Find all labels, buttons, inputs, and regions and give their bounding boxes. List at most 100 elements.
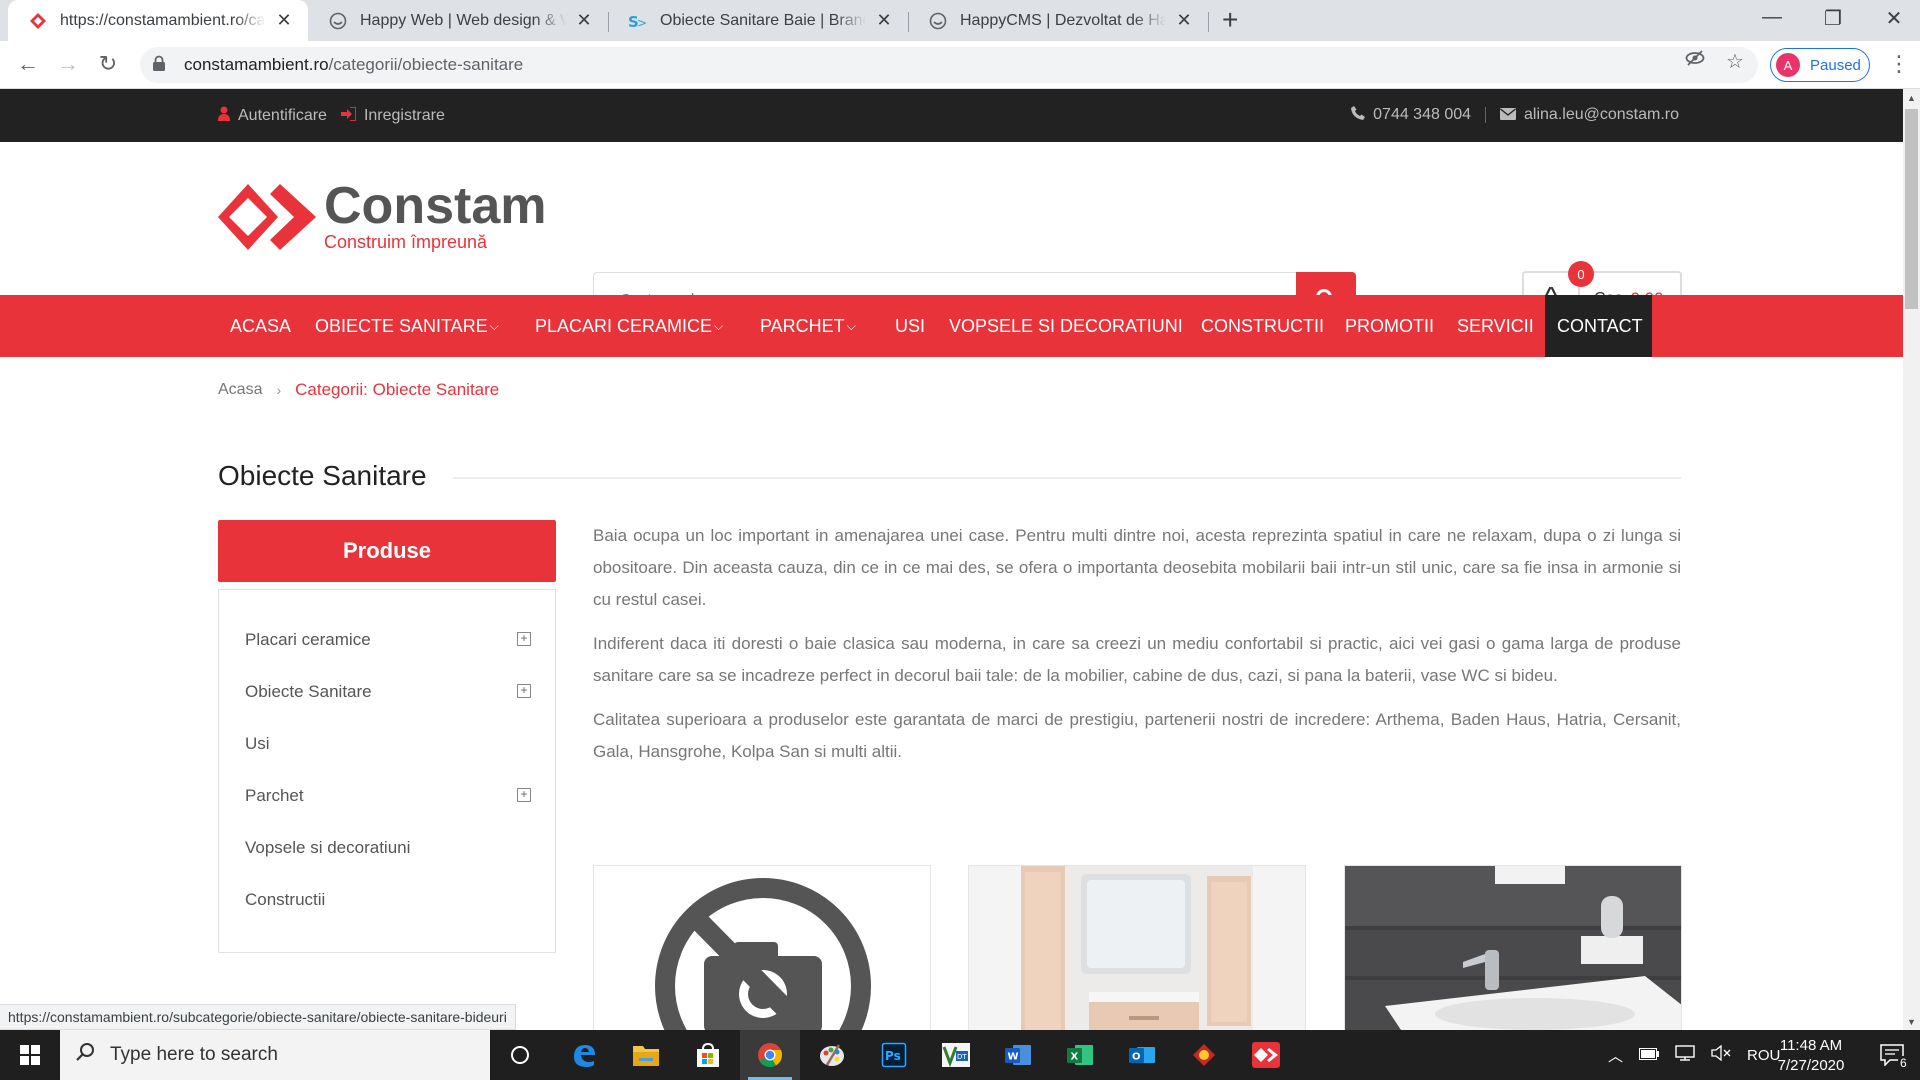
menu-item-acasa[interactable]: Acasa (230, 295, 291, 357)
excel-icon[interactable]: X (1050, 1030, 1110, 1080)
expand-plus-icon[interactable]: + (517, 788, 531, 802)
breadcrumb-home[interactable]: Acasa (218, 381, 262, 399)
microsoft-store-icon[interactable] (678, 1030, 738, 1080)
link-status-bubble: https://constamambient.ro/subcategorie/o… (0, 1004, 516, 1030)
menu-item-servicii[interactable]: Servicii (1457, 295, 1534, 357)
menu-label: Usi (895, 315, 926, 336)
browser-tab-happyweb[interactable]: Happy Web | Web design & Web ✕ (308, 0, 608, 41)
expand-plus-icon[interactable]: + (517, 684, 531, 698)
page-scrollbar[interactable]: ▲ ▼ (1903, 89, 1920, 1030)
topbar-divider (1485, 107, 1487, 123)
chevron-down-icon: ⌵ (846, 318, 856, 333)
email-address[interactable]: alina.leu@constam.ro (1524, 106, 1679, 124)
browser-tab-sanitar[interactable]: S> Obiecte Sanitare Baie | Branduri P ✕ (608, 0, 908, 41)
close-tab-icon[interactable]: ✕ (574, 10, 594, 31)
sidebar-item-usi[interactable]: Usi (245, 734, 270, 754)
windows-start-icon[interactable] (0, 1030, 60, 1080)
product-card[interactable] (968, 865, 1306, 1030)
constam-app-icon[interactable] (1236, 1030, 1296, 1080)
menu-item-usi[interactable]: Usi (895, 295, 925, 357)
back-icon[interactable]: ← (14, 51, 42, 77)
photoshop-icon[interactable]: Ps (864, 1030, 924, 1080)
paint-icon[interactable] (802, 1030, 862, 1080)
chevron-up-icon[interactable]: ︿ (1608, 1045, 1623, 1066)
product-card[interactable] (1344, 865, 1682, 1030)
profile-status: Paused (1810, 56, 1861, 74)
network-icon[interactable] (1675, 1045, 1695, 1065)
washbasin-image (1345, 866, 1681, 1030)
menu-item-parchet[interactable]: Parchet ⌵ (760, 295, 856, 357)
avatar: A (1776, 53, 1800, 77)
menu-label: Placari ceramice (535, 315, 713, 336)
maximize-icon[interactable]: ❐ (1813, 6, 1853, 31)
system-tray: ︿ ROU (1608, 1030, 1780, 1080)
minimize-icon[interactable]: — (1752, 6, 1792, 29)
register-link[interactable]: Inregistrare (364, 107, 445, 125)
clock-time: 11:48 AM (1779, 1037, 1843, 1054)
volume-muted-icon[interactable] (1711, 1044, 1731, 1065)
brand-name: Constam (324, 177, 547, 235)
phone-number[interactable]: 0744 348 004 (1373, 106, 1471, 124)
cart-count-badge: 0 (1568, 261, 1594, 287)
tab-title: HappyCMS | Dezvoltat de Happy (960, 11, 1166, 29)
sidebar-categories: Placari ceramice + Obiecte Sanitare + Us… (218, 589, 556, 953)
taskbar-clock[interactable]: 11:48 AM 7/27/2020 (1766, 1036, 1856, 1076)
outlook-icon[interactable]: O (1112, 1030, 1172, 1080)
menu-item-vopsele[interactable]: Vopsele si decoratiuni (949, 295, 1183, 357)
constam-favicon-icon (28, 11, 48, 31)
description-paragraph: Baia ocupa un loc important in amenajare… (593, 526, 1681, 609)
close-tab-icon[interactable]: ✕ (874, 10, 894, 31)
lock-icon[interactable] (152, 55, 170, 76)
notification-count: 6 (1898, 1056, 1909, 1070)
game-app-icon[interactable] (1174, 1030, 1234, 1080)
sidebar-item-placari-ceramice[interactable]: Placari ceramice (245, 630, 371, 650)
menu-label: Parchet (760, 315, 845, 336)
new-tab-icon[interactable]: + (1222, 6, 1238, 34)
logo[interactable]: Constam Construim împreună (218, 177, 547, 252)
window-close-icon[interactable]: ✕ (1874, 6, 1914, 31)
browser-tab-constam[interactable]: https://constamambient.ro/categ ✕ (8, 0, 308, 41)
more-menu-icon[interactable]: ⋮ (1888, 51, 1910, 77)
scroll-up-icon[interactable]: ▲ (1903, 93, 1920, 103)
sidebar-item-vopsele[interactable]: Vopsele si decoratiuni (245, 838, 410, 858)
svg-text:>: > (637, 16, 647, 30)
sidebar-item-parchet[interactable]: Parchet (245, 786, 304, 806)
chrome-icon[interactable] (740, 1030, 800, 1080)
forward-icon[interactable]: → (54, 51, 82, 77)
product-card[interactable] (593, 865, 931, 1030)
menu-item-obiecte-sanitare[interactable]: Obiecte sanitare ⌵ (315, 295, 499, 357)
tracking-blocked-icon[interactable] (1685, 49, 1705, 73)
top-bar: Autentificare Inregistrare 0744 348 004 … (0, 89, 1903, 142)
menu-label: Contact (1557, 315, 1643, 336)
battery-icon[interactable] (1639, 1047, 1660, 1064)
menu-item-contact[interactable]: Contact (1545, 295, 1652, 357)
expand-plus-icon[interactable]: + (517, 632, 531, 646)
taskbar-search-input[interactable]: Type here to search (60, 1030, 490, 1080)
browser-tab-happycms[interactable]: HappyCMS | Dezvoltat de Happy ✕ (908, 0, 1208, 41)
menu-item-constructii[interactable]: Constructii (1201, 295, 1324, 357)
menu-label: Promotii (1345, 315, 1434, 336)
sidebar-item-constructii[interactable]: Constructii (245, 890, 325, 910)
address-bar[interactable]: constamambient.ro/categorii/obiecte-sani… (140, 47, 1758, 83)
profile-button[interactable]: A Paused (1770, 48, 1870, 82)
reload-icon[interactable]: ↻ (94, 51, 122, 77)
visual-studio-code-icon[interactable]: DT (926, 1030, 986, 1080)
menu-item-promotii[interactable]: Promotii (1345, 295, 1434, 357)
clock-date: 7/27/2020 (1777, 1057, 1845, 1074)
edge-icon[interactable] (554, 1030, 614, 1080)
sidebar-item-obiecte-sanitare[interactable]: Obiecte Sanitare (245, 682, 372, 702)
file-explorer-icon[interactable] (616, 1030, 676, 1080)
svg-text:X: X (1071, 1052, 1079, 1063)
url-domain: constamambient.ro (184, 55, 329, 74)
login-link[interactable]: Autentificare (238, 107, 327, 125)
menu-item-placari-ceramice[interactable]: Placari ceramice ⌵ (535, 295, 723, 357)
close-tab-icon[interactable]: ✕ (1174, 10, 1194, 31)
sanitar-favicon-icon: S > (628, 11, 648, 31)
close-tab-icon[interactable]: ✕ (274, 10, 294, 31)
task-view-icon[interactable] (490, 1030, 550, 1080)
scroll-down-icon[interactable]: ▼ (1903, 1017, 1920, 1027)
scroll-thumb[interactable] (1905, 109, 1918, 309)
word-icon[interactable]: W (988, 1030, 1048, 1080)
notifications-icon[interactable]: 6 (1864, 1030, 1920, 1080)
bookmark-star-icon[interactable]: ☆ (1726, 49, 1744, 74)
